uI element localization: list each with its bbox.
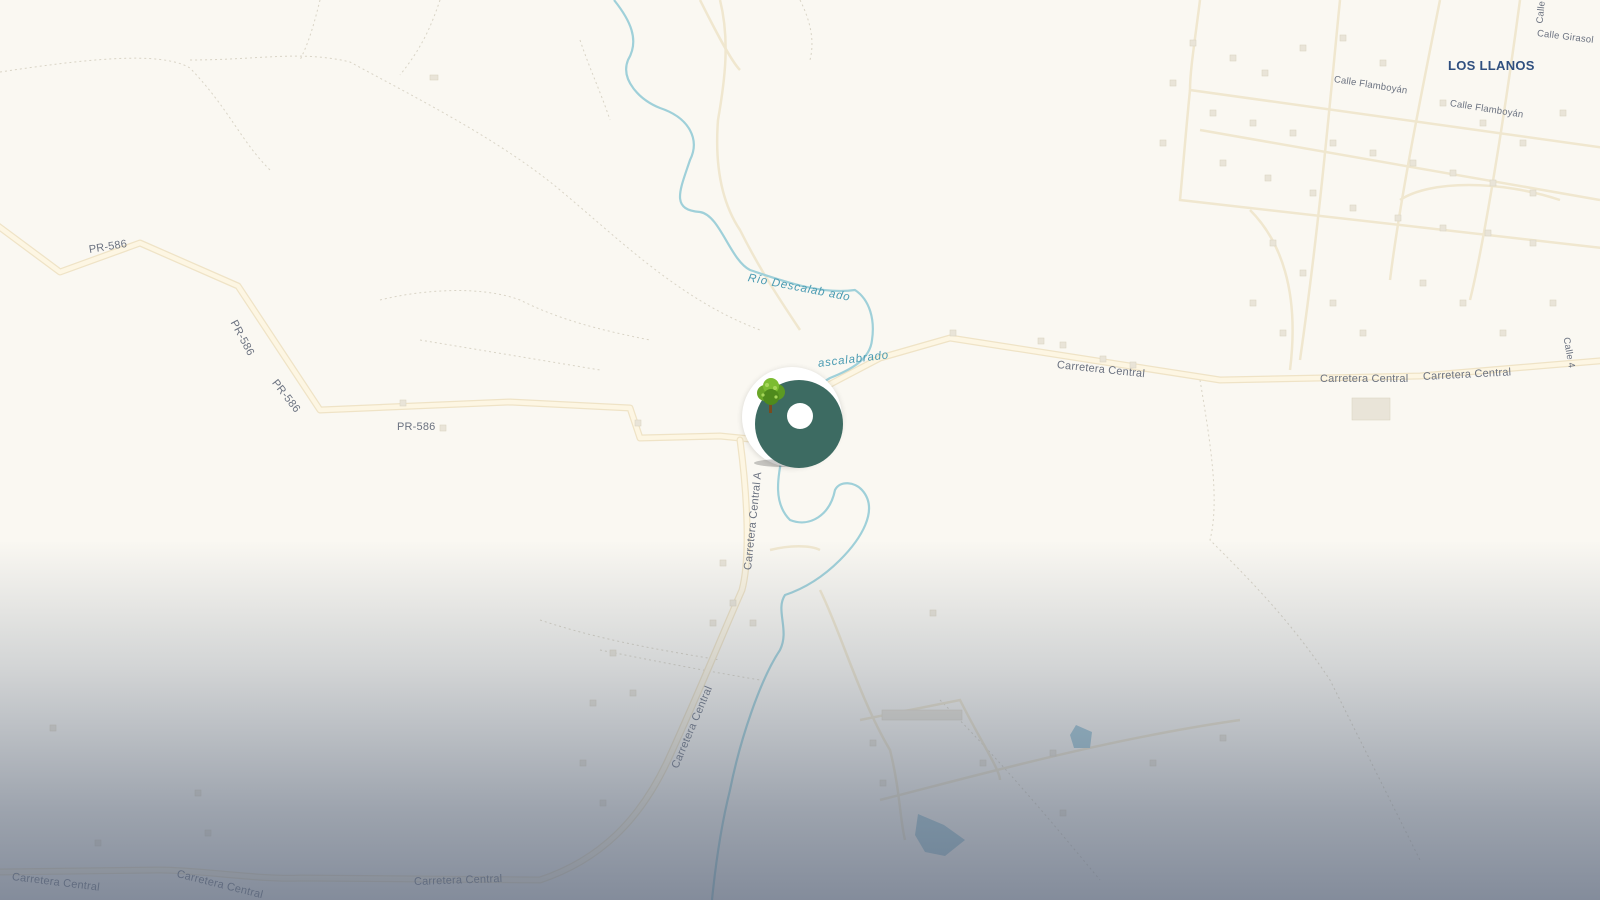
road-label-pr586: PR-586 <box>397 421 436 433</box>
town-label-los-llanos: LOS LLANOS <box>1448 58 1535 73</box>
location-marker[interactable] <box>738 363 862 487</box>
tree-icon <box>757 378 785 413</box>
water-bodies <box>915 725 1092 856</box>
road-label-carretera-central: Carretera Central <box>1320 373 1409 385</box>
major-roads <box>0 223 1600 884</box>
street-label-calle: Calle <box>1534 0 1548 25</box>
map-view[interactable]: PR-586 PR-586 PR-586 PR-586 Carretera Ce… <box>0 0 1600 900</box>
